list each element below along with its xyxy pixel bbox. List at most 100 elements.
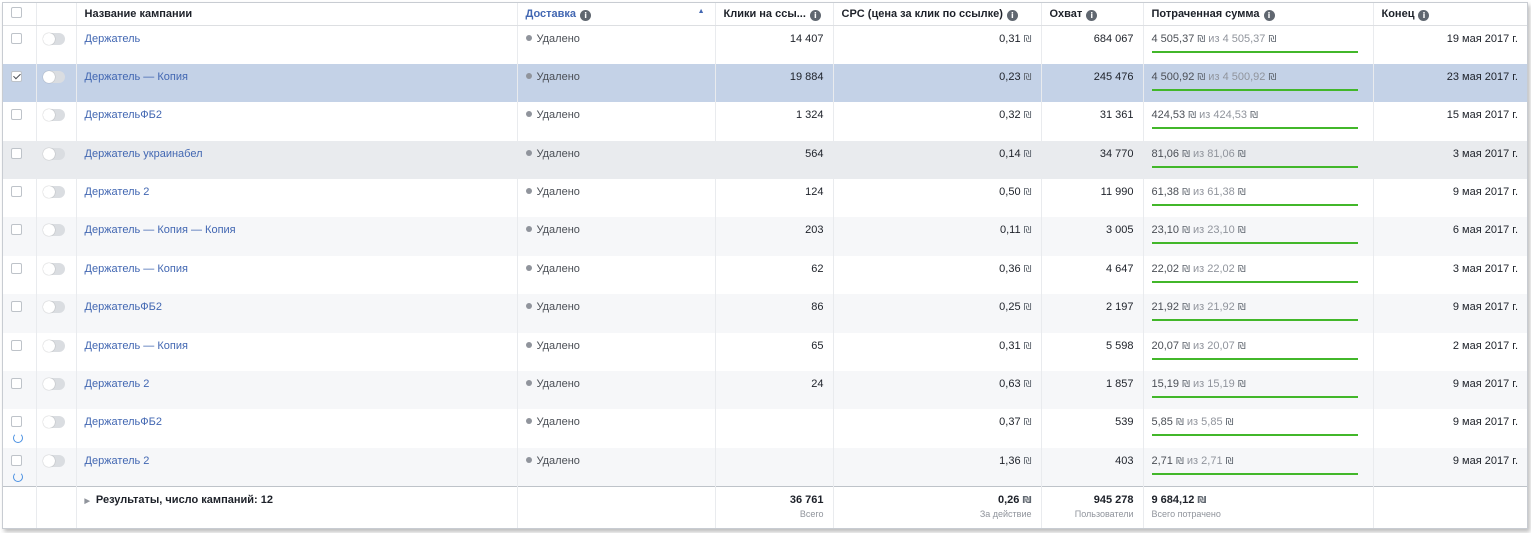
row-checkbox[interactable]	[11, 147, 22, 159]
row-checkbox[interactable]	[11, 301, 22, 313]
row-checkbox[interactable]	[11, 262, 22, 274]
status-dot-icon	[525, 188, 532, 195]
table-row[interactable]: Держатель — Копия Удалено 19 884 0,23 ₪ 245 …	[3, 63, 1527, 103]
row-select-cell	[3, 332, 37, 372]
column-header-reach[interactable]: Охват i	[1041, 3, 1144, 26]
campaign-toggle[interactable]	[42, 109, 65, 122]
spend-progress-bar	[1151, 319, 1358, 322]
campaign-toggle[interactable]	[42, 416, 65, 429]
campaign-name-link[interactable]: Держатель — Копия	[85, 263, 188, 275]
campaign-toggle[interactable]	[42, 454, 65, 467]
campaign-name-cell: Держатель — Копия	[76, 255, 518, 295]
table-row[interactable]: Держатель — Копия Удалено 62 0,36 ₪ 4 647 22,…	[3, 255, 1527, 295]
summary-cell-empty	[36, 485, 77, 528]
campaign-name-link[interactable]: ДержательФБ2	[85, 301, 162, 313]
delivery-cell: Удалено	[517, 332, 716, 372]
row-checkbox[interactable]	[11, 224, 22, 236]
column-header-end[interactable]: Конец i	[1373, 3, 1527, 26]
campaign-name-link[interactable]: Держатель — Копия	[85, 71, 188, 83]
loading-spinner-icon	[13, 471, 23, 482]
campaign-name-link[interactable]: ДержательФБ2	[85, 416, 162, 428]
row-toggle-cell	[36, 294, 77, 333]
spend-progress-bar	[1151, 88, 1358, 91]
column-header-delivery[interactable]: Доставка i ▲	[517, 3, 716, 26]
campaign-toggle[interactable]	[42, 262, 65, 275]
column-header-name[interactable]: Название кампании	[76, 3, 518, 26]
cpc-cell: 0,32 ₪	[833, 102, 1042, 141]
campaign-name-link[interactable]: Держатель — Копия	[85, 340, 188, 352]
currency-icon: ₪	[1023, 379, 1032, 391]
campaign-name-link[interactable]: Держатель	[85, 33, 141, 45]
spend-progress-fill	[1151, 242, 1358, 245]
campaign-toggle[interactable]	[42, 186, 65, 199]
delivery-cell: Удалено	[517, 25, 716, 64]
row-toggle-cell	[36, 217, 77, 256]
campaign-toggle[interactable]	[42, 147, 65, 160]
info-icon[interactable]: i	[809, 9, 821, 21]
info-icon[interactable]: i	[1086, 9, 1098, 21]
info-icon[interactable]: i	[1418, 9, 1430, 21]
row-checkbox[interactable]	[11, 378, 22, 390]
row-checkbox[interactable]	[11, 33, 22, 44]
table-row[interactable]: Держатель Удалено 14 407 0,31 ₪ 684 067 4 505…	[3, 25, 1527, 64]
delivery-status: Удалено	[536, 262, 580, 275]
campaign-name-link[interactable]: Держатель 2	[85, 378, 150, 390]
info-icon[interactable]: i	[1006, 9, 1018, 21]
spend-progress-fill	[1151, 472, 1358, 475]
cpc-cell: 0,31 ₪	[833, 25, 1042, 64]
campaign-toggle[interactable]	[42, 33, 65, 45]
table-row[interactable]: Держатель — Копия — Копия Удалено 203 0,11 …	[3, 217, 1527, 256]
column-header-clicks[interactable]: Клики на ссы... i	[715, 3, 834, 26]
table-row[interactable]: ДержательФБ2 Удалено 0,37 ₪ 539 5,85 ₪ из 5,…	[3, 409, 1527, 448]
campaign-name-cell: Держатель 2	[76, 371, 518, 410]
spent-cell: 2,71 ₪ из 2,71 ₪	[1143, 447, 1374, 487]
campaign-name-cell: Держатель 2	[76, 447, 518, 487]
row-checkbox[interactable]	[11, 109, 22, 121]
spend-progress-fill	[1151, 357, 1358, 360]
table-row[interactable]: Держатель 2 Удалено 1,36 ₪ 403 2,71 ₪ из 2,7…	[3, 447, 1527, 487]
table-row[interactable]: ДержательФБ2 Удалено 1 324 0,32 ₪ 31 361 424,…	[3, 102, 1527, 141]
campaign-name-link[interactable]: Держатель 2	[85, 455, 150, 467]
row-toggle-cell	[36, 25, 77, 64]
table-row[interactable]: Держатель 2 Удалено 124 0,50 ₪ 11 990 61,38 ₪…	[3, 179, 1527, 218]
delivery-status: Удалено	[536, 186, 580, 199]
currency-icon: ₪	[1023, 187, 1032, 199]
end-date-cell: 9 мая 2017 г.	[1452, 454, 1518, 467]
campaign-toggle[interactable]	[42, 339, 65, 352]
row-checkbox[interactable]	[11, 70, 22, 82]
info-icon[interactable]: i	[580, 9, 592, 21]
info-icon[interactable]: i	[1263, 9, 1275, 21]
table-row[interactable]: Держатель 2 Удалено 24 0,63 ₪ 1 857 15,19 ₪ и…	[3, 371, 1527, 410]
table-row[interactable]: Держатель украинабел Удалено 564 0,14 ₪ 34 7…	[3, 140, 1527, 180]
select-all-checkbox[interactable]	[11, 7, 22, 18]
status-dot-icon	[525, 35, 532, 41]
campaign-name-link[interactable]: Держатель 2	[85, 186, 150, 198]
select-all-header	[3, 3, 37, 26]
campaign-name-link[interactable]: Держатель — Копия — Копия	[85, 224, 236, 236]
campaign-name-link[interactable]: ДержательФБ2	[85, 109, 162, 121]
row-checkbox[interactable]	[11, 416, 22, 428]
campaign-name-cell: Держатель — Копия	[76, 63, 518, 103]
table-row[interactable]: Держатель — Копия Удалено 65 0,31 ₪ 5 598 20,…	[3, 332, 1527, 372]
row-checkbox[interactable]	[11, 454, 22, 466]
campaigns-table: Название кампании Доставка i ▲ Клики на сс…	[3, 3, 1527, 528]
row-checkbox[interactable]	[11, 186, 22, 198]
campaign-toggle[interactable]	[42, 301, 65, 314]
expand-caret-icon[interactable]: ▶	[85, 498, 90, 505]
summary-cell-empty	[3, 485, 37, 528]
table-row[interactable]: ДержательФБ2 Удалено 86 0,25 ₪ 2 197 21,92 ₪ …	[3, 294, 1527, 333]
cpc-cell: 0,23 ₪	[833, 63, 1042, 103]
row-checkbox[interactable]	[11, 339, 22, 351]
end-date-cell: 9 мая 2017 г.	[1452, 378, 1518, 391]
campaign-name-link[interactable]: Держатель украинабел	[85, 148, 203, 160]
campaign-name-cell: ДержательФБ2	[76, 409, 518, 448]
campaign-toggle[interactable]	[42, 70, 65, 83]
column-header-spent[interactable]: Потраченная сумма i	[1143, 3, 1374, 26]
currency-icon: ₪	[1023, 110, 1032, 122]
campaign-toggle[interactable]	[42, 224, 65, 237]
row-toggle-cell	[36, 102, 77, 141]
campaign-toggle[interactable]	[42, 378, 65, 391]
column-header-cpc[interactable]: CPC (цена за клик по ссылке) i	[833, 3, 1042, 26]
summary-label-cell[interactable]: ▶ Результаты, число кампаний: 12	[76, 485, 518, 528]
reach-cell: 3 005	[1041, 217, 1144, 256]
